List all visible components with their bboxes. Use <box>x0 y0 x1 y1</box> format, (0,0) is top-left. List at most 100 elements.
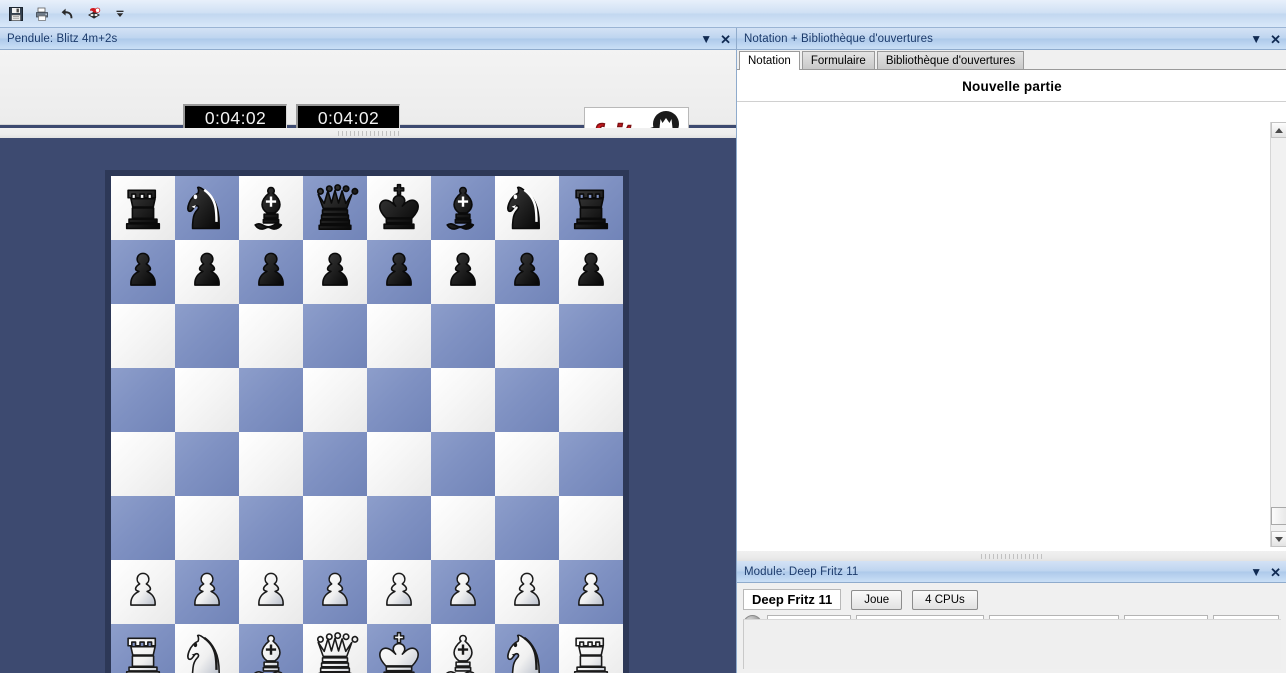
board-square-e7[interactable] <box>367 240 431 304</box>
board-square-f6[interactable] <box>431 304 495 368</box>
print-icon[interactable] <box>30 3 54 25</box>
notation-panel-menu-icon[interactable]: ▼ <box>1250 33 1262 45</box>
undo-icon[interactable] <box>56 3 80 25</box>
board-square-e4[interactable] <box>367 432 431 496</box>
board-square-c3[interactable] <box>239 496 303 560</box>
board-square-h1[interactable] <box>559 624 623 673</box>
notation-body[interactable]: Nouvelle partie <box>737 70 1286 573</box>
board-square-c8[interactable] <box>239 176 303 240</box>
engine-name-label: Deep Fritz 11 <box>743 589 841 610</box>
splitter-grip <box>338 131 399 136</box>
clock-panel-close-icon[interactable]: ✕ <box>720 33 731 46</box>
board-square-d2[interactable] <box>303 560 367 624</box>
engine-output-area[interactable] <box>743 619 1281 669</box>
board-square-h3[interactable] <box>559 496 623 560</box>
board-square-b4[interactable] <box>175 432 239 496</box>
board-square-b8[interactable] <box>175 176 239 240</box>
notation-tabstrip: Notation Formulaire Bibliothèque d'ouver… <box>737 50 1286 70</box>
board-square-g6[interactable] <box>495 304 559 368</box>
board-square-a8[interactable] <box>111 176 175 240</box>
board-square-d7[interactable] <box>303 240 367 304</box>
board-square-h7[interactable] <box>559 240 623 304</box>
board-square-c4[interactable] <box>239 432 303 496</box>
board-square-e2[interactable] <box>367 560 431 624</box>
board-square-c2[interactable] <box>239 560 303 624</box>
board-square-b5[interactable] <box>175 368 239 432</box>
board-square-h8[interactable] <box>559 176 623 240</box>
board-square-a7[interactable] <box>111 240 175 304</box>
black-clock-main: 0:04:02 <box>296 104 400 131</box>
board-square-g8[interactable] <box>495 176 559 240</box>
board-square-h4[interactable] <box>559 432 623 496</box>
module-splitter-grip <box>981 554 1042 559</box>
board-square-g5[interactable] <box>495 368 559 432</box>
board-square-d6[interactable] <box>303 304 367 368</box>
notation-scrollbar[interactable] <box>1270 122 1286 547</box>
board-square-b1[interactable] <box>175 624 239 673</box>
board-square-d8[interactable] <box>303 176 367 240</box>
module-panel-menu-icon[interactable]: ▼ <box>1250 566 1262 578</box>
board-square-e5[interactable] <box>367 368 431 432</box>
clock-panel-menu-icon[interactable]: ▼ <box>700 33 712 45</box>
board-square-d3[interactable] <box>303 496 367 560</box>
board-square-d5[interactable] <box>303 368 367 432</box>
engine-play-button[interactable]: Joue <box>851 590 902 610</box>
board-square-g2[interactable] <box>495 560 559 624</box>
board-square-a6[interactable] <box>111 304 175 368</box>
board-square-a5[interactable] <box>111 368 175 432</box>
board-square-a2[interactable] <box>111 560 175 624</box>
board-square-f4[interactable] <box>431 432 495 496</box>
board-square-f3[interactable] <box>431 496 495 560</box>
board-square-e6[interactable] <box>367 304 431 368</box>
module-panel-title: Module: Deep Fritz 11 <box>737 566 858 578</box>
board-square-g3[interactable] <box>495 496 559 560</box>
board-square-b7[interactable] <box>175 240 239 304</box>
engine-cpu-button[interactable]: 4 CPUs <box>912 590 978 610</box>
tab-bibliotheque-label: Bibliothèque d'ouvertures <box>886 55 1015 67</box>
tab-bibliotheque-ouvertures[interactable]: Bibliothèque d'ouvertures <box>877 51 1024 69</box>
board-square-c5[interactable] <box>239 368 303 432</box>
board-square-h6[interactable] <box>559 304 623 368</box>
board-square-g1[interactable] <box>495 624 559 673</box>
scroll-down-button[interactable] <box>1271 531 1286 547</box>
right-pane: Notation + Bibliothèque d'ouvertures ▼ ✕… <box>736 28 1286 673</box>
notation-panel: Notation + Bibliothèque d'ouvertures ▼ ✕… <box>736 28 1286 551</box>
board-square-f1[interactable] <box>431 624 495 673</box>
board-square-a4[interactable] <box>111 432 175 496</box>
board-square-f7[interactable] <box>431 240 495 304</box>
board-square-e8[interactable] <box>367 176 431 240</box>
board-square-f8[interactable] <box>431 176 495 240</box>
board-square-c6[interactable] <box>239 304 303 368</box>
board-square-h5[interactable] <box>559 368 623 432</box>
overflow-chevron-icon[interactable] <box>108 3 132 25</box>
board-square-c7[interactable] <box>239 240 303 304</box>
white-clock-main: 0:04:02 <box>183 104 287 131</box>
board-square-d4[interactable] <box>303 432 367 496</box>
board-square-b2[interactable] <box>175 560 239 624</box>
chessboard[interactable] <box>111 176 623 673</box>
board-square-b3[interactable] <box>175 496 239 560</box>
horizontal-splitter[interactable] <box>0 128 736 138</box>
board-square-h2[interactable] <box>559 560 623 624</box>
notation-panel-close-icon[interactable]: ✕ <box>1270 33 1281 46</box>
board-square-a3[interactable] <box>111 496 175 560</box>
board-square-d1[interactable] <box>303 624 367 673</box>
board-square-e1[interactable] <box>367 624 431 673</box>
module-splitter[interactable] <box>737 551 1286 561</box>
board-square-g7[interactable] <box>495 240 559 304</box>
scrollbar-thumb[interactable] <box>1271 507 1286 525</box>
fritz-icon[interactable] <box>82 3 106 25</box>
tab-formulaire[interactable]: Formulaire <box>802 51 875 69</box>
tab-notation[interactable]: Notation <box>739 51 800 70</box>
board-square-b6[interactable] <box>175 304 239 368</box>
engine-module-panel: Module: Deep Fritz 11 ▼ ✕ Deep Fritz 11 … <box>736 551 1286 673</box>
module-panel-close-icon[interactable]: ✕ <box>1270 566 1281 579</box>
board-square-f5[interactable] <box>431 368 495 432</box>
board-square-e3[interactable] <box>367 496 431 560</box>
board-square-g4[interactable] <box>495 432 559 496</box>
board-square-c1[interactable] <box>239 624 303 673</box>
board-square-f2[interactable] <box>431 560 495 624</box>
scroll-up-button[interactable] <box>1271 122 1286 138</box>
save-icon[interactable] <box>4 3 28 25</box>
board-square-a1[interactable] <box>111 624 175 673</box>
